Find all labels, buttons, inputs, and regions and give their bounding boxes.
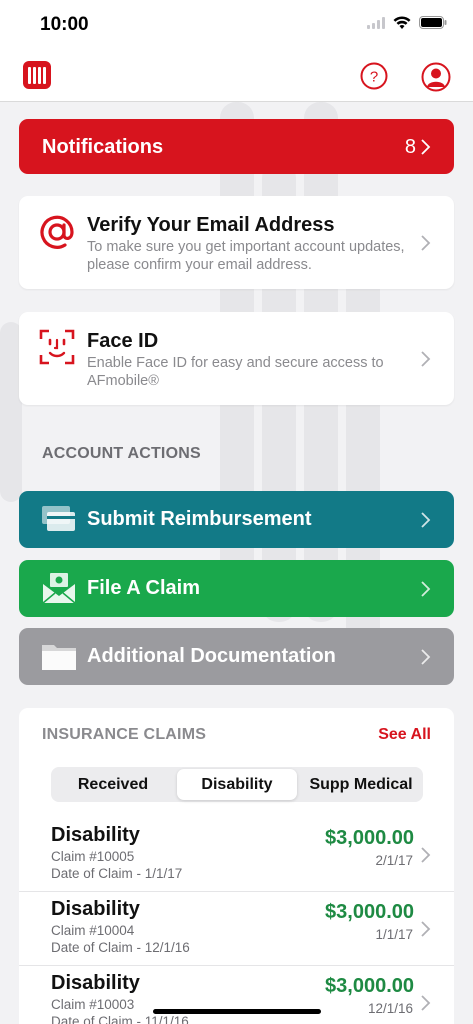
claim-name: Disability [51, 824, 140, 846]
status-bar: 10:00 [0, 0, 473, 52]
face-id-card[interactable]: Face ID Enable Face ID for easy and secu… [19, 312, 454, 405]
file-a-claim-label: File A Claim [87, 577, 200, 599]
chevron-right-icon [421, 138, 431, 155]
notifications-count: 8 [404, 136, 416, 158]
see-all-link[interactable]: See All [378, 726, 431, 744]
tab-supp-medical[interactable]: Supp Medical [301, 769, 421, 800]
app-header: ? [0, 52, 473, 102]
claim-number: Claim #10003 [51, 997, 135, 1012]
claim-date: Date of Claim - 12/1/16 [51, 940, 190, 955]
reimbursement-icon [42, 506, 75, 531]
claim-status-date: 2/1/17 [375, 853, 413, 868]
additional-documentation-label: Additional Documentation [87, 645, 336, 667]
face-id-title: Face ID [87, 330, 159, 352]
notifications-label: Notifications [42, 136, 164, 158]
home-indicator[interactable] [153, 1009, 321, 1014]
insurance-claims-card: INSURANCE CLAIMS See All Received Disabi… [19, 708, 454, 1024]
chevron-right-icon [421, 846, 431, 863]
file-a-claim-button[interactable]: File A Claim [19, 560, 454, 617]
claim-row[interactable]: Disability Claim #10005 Date of Claim - … [19, 818, 454, 892]
claim-row[interactable]: Disability Claim #10004 Date of Claim - … [19, 892, 454, 966]
claim-date: Date of Claim - 11/1/16 [51, 1014, 189, 1024]
verify-email-title: Verify Your Email Address [87, 214, 335, 236]
profile-icon[interactable] [421, 62, 451, 92]
chevron-right-icon [421, 580, 431, 597]
claim-status-date: 1/1/17 [375, 927, 413, 942]
chevron-right-icon [421, 511, 431, 528]
status-icons [367, 16, 447, 29]
claims-tab-control: Received Disability Supp Medical [51, 767, 423, 802]
at-sign-icon [40, 215, 74, 249]
chevron-right-icon [421, 995, 431, 1011]
wifi-icon [393, 16, 411, 29]
signal-icon [367, 16, 385, 29]
insurance-claims-title: INSURANCE CLAIMS [42, 726, 207, 743]
additional-documentation-button[interactable]: Additional Documentation [19, 628, 454, 685]
notifications-banner[interactable]: Notifications 8 [19, 119, 454, 174]
claim-name: Disability [51, 972, 140, 994]
claim-envelope-icon [42, 573, 76, 604]
battery-icon [419, 16, 447, 29]
status-time: 10:00 [40, 14, 89, 35]
tab-received[interactable]: Received [53, 769, 173, 800]
claim-name: Disability [51, 898, 140, 920]
verify-email-description: To make sure you get important account u… [87, 239, 405, 273]
claim-amount: $3,000.00 [325, 827, 414, 849]
chevron-right-icon [421, 350, 431, 367]
submit-reimbursement-label: Submit Reimbursement [87, 508, 312, 530]
help-circle-icon[interactable]: ? [360, 62, 388, 90]
afmobile-logo[interactable] [23, 61, 51, 89]
claim-date: Date of Claim - 1/1/17 [51, 866, 183, 881]
claim-row[interactable]: Disability Claim #10003 Date of Claim - … [19, 966, 454, 1024]
chevron-right-icon [421, 648, 431, 665]
claim-number: Claim #10005 [51, 849, 135, 864]
face-id-description: Enable Face ID for easy and secure acces… [87, 355, 384, 389]
chevron-right-icon [421, 920, 431, 937]
tab-disability[interactable]: Disability [177, 769, 297, 800]
claim-number: Claim #10004 [51, 923, 135, 938]
claim-amount: $3,000.00 [325, 975, 414, 997]
claim-status-date: 12/1/16 [367, 1001, 413, 1016]
account-actions-title: ACCOUNT ACTIONS [42, 445, 201, 462]
folder-icon [42, 645, 76, 670]
face-id-icon [39, 329, 75, 365]
chevron-right-icon [421, 234, 431, 251]
claim-amount: $3,000.00 [325, 901, 414, 923]
svg-text:?: ? [370, 69, 378, 86]
verify-email-card[interactable]: Verify Your Email Address To make sure y… [19, 196, 454, 289]
submit-reimbursement-button[interactable]: Submit Reimbursement [19, 491, 454, 548]
